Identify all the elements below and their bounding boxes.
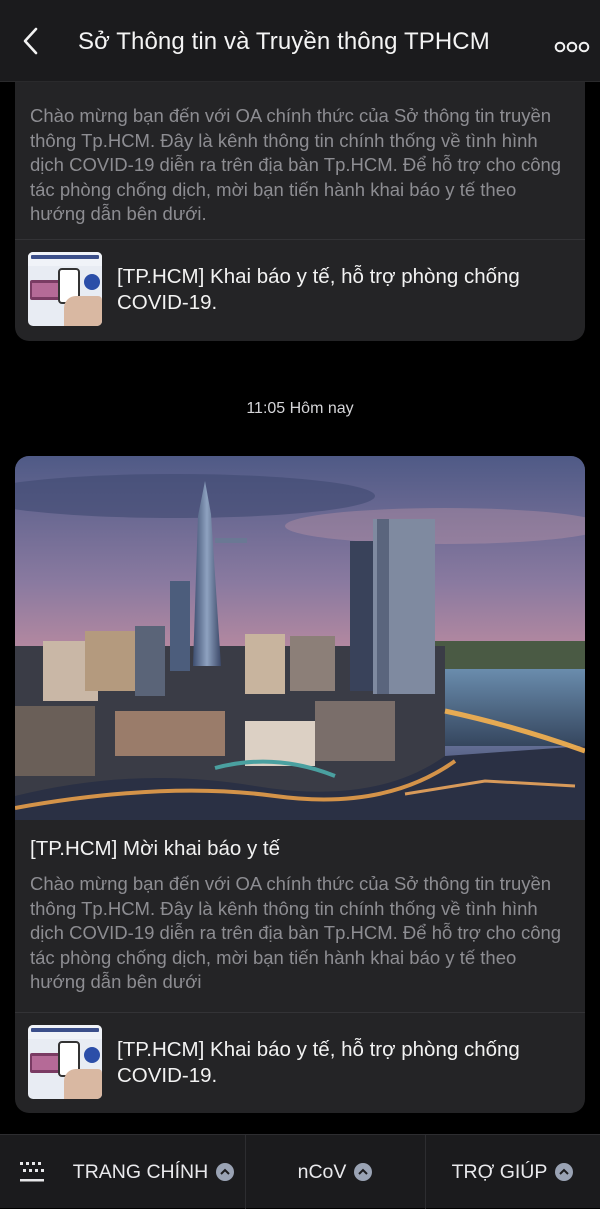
tab-ncov[interactable]: nCoV bbox=[245, 1135, 425, 1209]
article-link-text: [TP.HCM] Khai báo y tế, hỗ trợ phòng chố… bbox=[117, 1038, 520, 1087]
article-link[interactable]: [TP.HCM] Khai báo y tế, hỗ trợ phòng chố… bbox=[28, 1025, 573, 1101]
tab-tro-giup[interactable]: TRỢ GIÚP bbox=[425, 1135, 600, 1209]
cityscape-image[interactable] bbox=[15, 456, 585, 820]
tab-label: nCoV bbox=[297, 1160, 347, 1183]
chat-header: Sở Thông tin và Truyền thông TPHCM bbox=[0, 0, 600, 82]
tab-label: TRỢ GIÚP bbox=[451, 1160, 548, 1183]
chevron-left-icon[interactable] bbox=[14, 24, 48, 58]
message-title[interactable]: [TP.HCM] Mời khai báo y tế bbox=[30, 837, 280, 861]
tab-trang-chinh[interactable]: TRANG CHÍNH bbox=[62, 1135, 245, 1209]
article-link-text: [TP.HCM] Khai báo y tế, hỗ trợ phòng chố… bbox=[117, 265, 520, 314]
message-card: [TP.HCM] Mời khai báo y tế Chào mừng bạn… bbox=[15, 456, 585, 1113]
page-title: Sở Thông tin và Truyền thông TPHCM bbox=[78, 28, 490, 55]
chevron-up-circle-icon bbox=[555, 1163, 574, 1181]
article-thumbnail bbox=[28, 1025, 102, 1099]
more-horizontal-icon[interactable] bbox=[554, 40, 590, 54]
message-description: Chào mừng bạn đến với OA chính thức của … bbox=[30, 873, 562, 992]
tab-label: TRANG CHÍNH bbox=[72, 1160, 209, 1183]
message-card: Chào mừng bạn đến với OA chính thức của … bbox=[15, 60, 585, 341]
article-thumbnail bbox=[28, 252, 102, 326]
message-timestamp: 11:05 Hôm nay bbox=[246, 400, 354, 417]
divider bbox=[15, 239, 585, 240]
keyboard-icon[interactable] bbox=[16, 1159, 48, 1185]
chevron-up-circle-icon bbox=[216, 1163, 235, 1181]
divider bbox=[15, 1012, 585, 1013]
article-link[interactable]: [TP.HCM] Khai báo y tế, hỗ trợ phòng chố… bbox=[28, 252, 573, 328]
message-description: Chào mừng bạn đến với OA chính thức của … bbox=[30, 105, 562, 224]
bottom-menu: TRANG CHÍNH nCoV TRỢ GIÚP bbox=[0, 1134, 600, 1209]
chevron-up-circle-icon bbox=[354, 1163, 373, 1181]
